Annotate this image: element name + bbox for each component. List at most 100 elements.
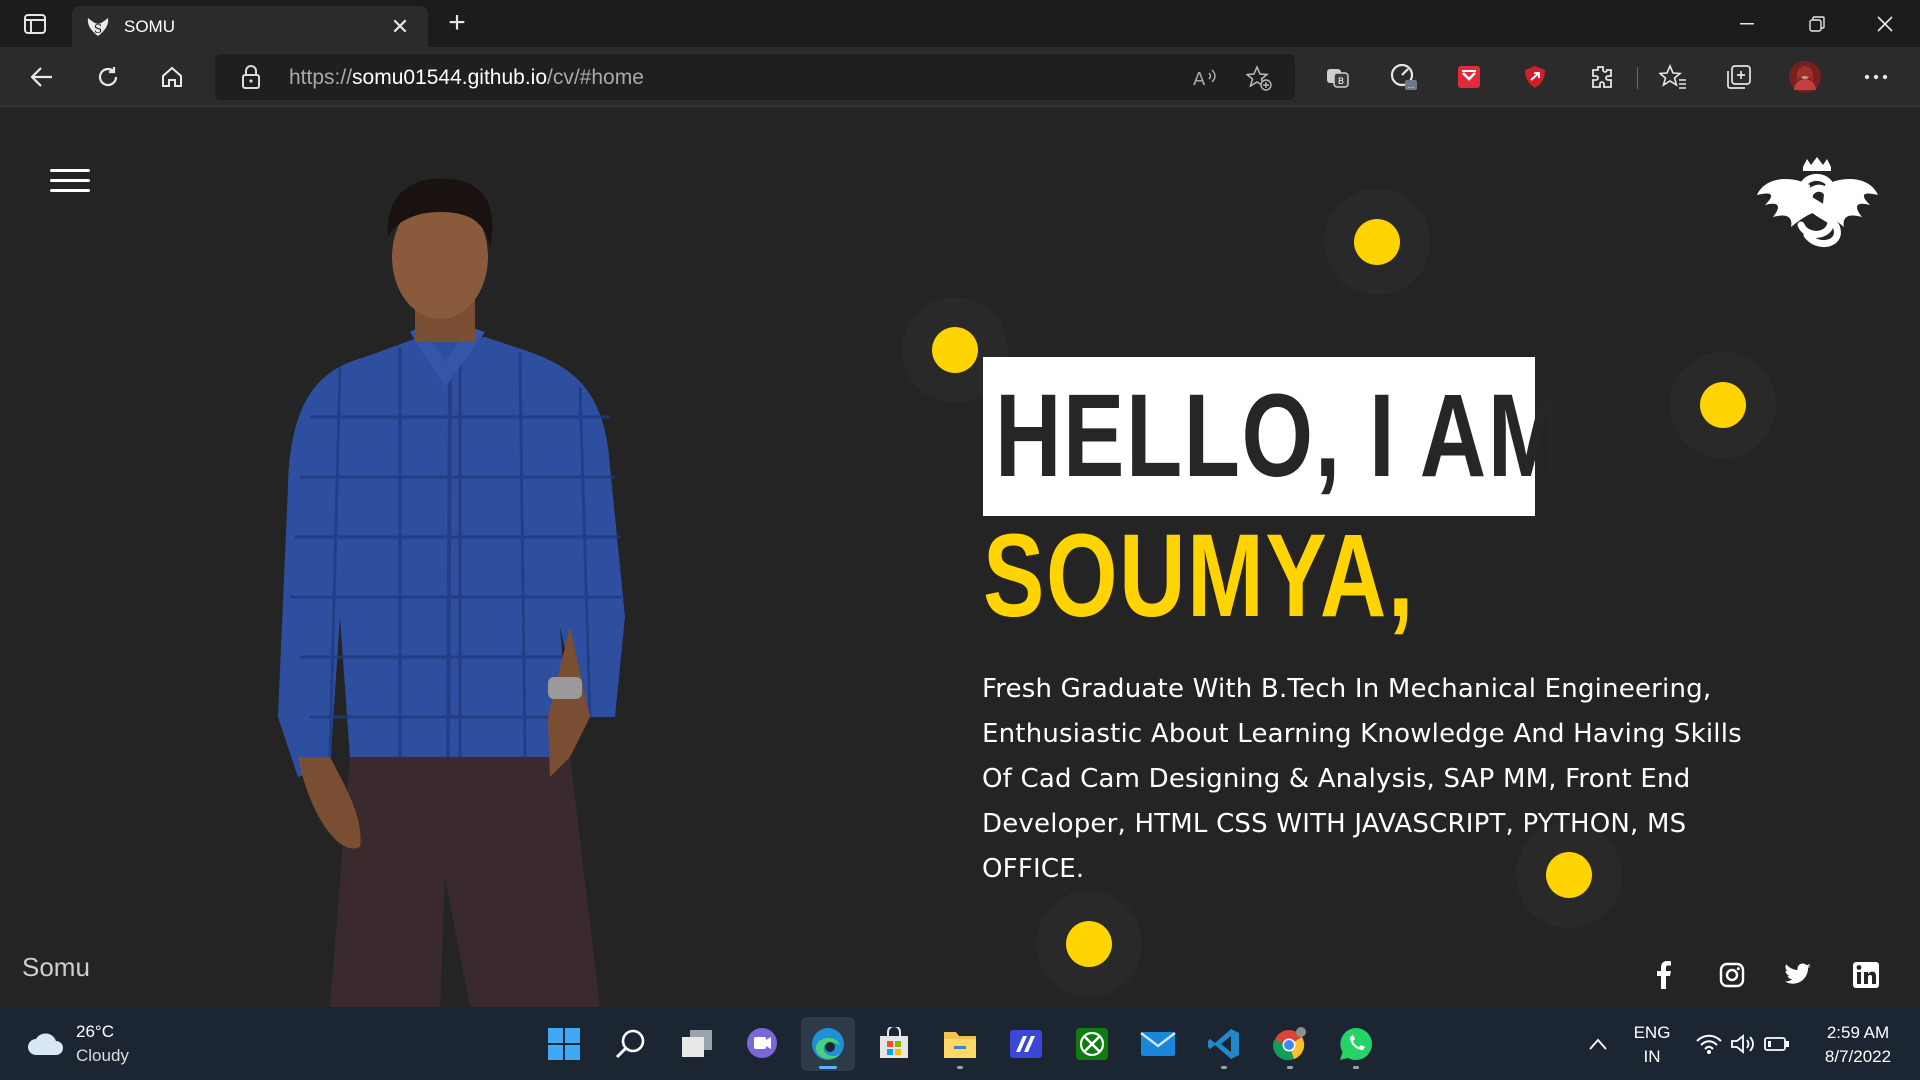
store-icon xyxy=(880,1027,908,1058)
chrome-icon xyxy=(1273,1027,1306,1061)
language-code: ENG xyxy=(1633,1023,1671,1042)
browser-tab[interactable]: S SOMU ✕ xyxy=(72,6,428,47)
tab-title: SOMU xyxy=(124,16,175,36)
bio-line: OFFICE. xyxy=(982,854,1085,884)
minimize-button[interactable] xyxy=(1712,0,1782,47)
xbox-icon xyxy=(1076,1028,1108,1060)
xbox-button[interactable] xyxy=(1065,1017,1119,1071)
edge-taskbar-button[interactable] xyxy=(801,1017,855,1071)
greeting-heading: HELLO, I AM xyxy=(995,370,1567,502)
browser-toolbar: https://somu01544.github.io/cv/#home A B… xyxy=(0,47,1920,107)
region-code: IN xyxy=(1643,1047,1661,1066)
extension-pocket-icon[interactable] xyxy=(1451,59,1487,95)
address-bar[interactable]: https://somu01544.github.io/cv/#home A xyxy=(215,54,1295,100)
language-indicator[interactable]: ENG IN xyxy=(1630,1023,1674,1067)
url-text[interactable]: https://somu01544.github.io/cv/#home xyxy=(289,66,644,90)
decorative-dot xyxy=(932,327,978,373)
facebook-icon[interactable] xyxy=(1646,957,1682,993)
whatsapp-button[interactable] xyxy=(1329,1017,1383,1071)
clock[interactable]: 2:59 AM 8/7/2022 xyxy=(1810,1023,1906,1067)
decorative-dot xyxy=(1700,382,1746,428)
home-icon xyxy=(162,66,182,87)
teams-chat-button[interactable] xyxy=(735,1017,789,1071)
start-button[interactable] xyxy=(537,1017,591,1071)
instagram-icon[interactable] xyxy=(1714,957,1750,993)
footer-name: Somu xyxy=(22,952,90,982)
back-button[interactable] xyxy=(22,57,62,97)
weather-widget[interactable]: 26°C Cloudy xyxy=(26,1022,129,1066)
extension-speed-icon[interactable]: ... xyxy=(1386,59,1422,95)
store-button[interactable] xyxy=(867,1017,921,1071)
edge-icon xyxy=(812,1028,844,1060)
bio-line: Of Cad Cam Designing & Analysis, SAP MM,… xyxy=(982,764,1691,794)
svg-text:A: A xyxy=(1193,69,1206,89)
volume-icon xyxy=(1731,1034,1754,1054)
wifi-icon xyxy=(1696,1034,1722,1054)
decorative-dot xyxy=(1354,219,1400,265)
decorative-dot xyxy=(1066,921,1112,967)
arrow-left-icon xyxy=(30,67,52,87)
read-aloud-icon[interactable]: A xyxy=(1192,65,1218,91)
add-favorite-icon[interactable] xyxy=(1246,65,1272,91)
site-logo[interactable] xyxy=(1755,155,1880,265)
show-hidden-icons-button[interactable] xyxy=(1572,1017,1624,1071)
extension-shield-icon[interactable] xyxy=(1517,59,1553,95)
app-icon xyxy=(1010,1030,1042,1058)
bio-paragraph: Fresh Graduate With B.Tech In Mechanical… xyxy=(982,667,1742,892)
chrome-button[interactable] xyxy=(1263,1017,1317,1071)
tab-actions-icon xyxy=(24,14,46,34)
extension-translate-icon[interactable]: B xyxy=(1320,59,1356,95)
linkedin-icon[interactable] xyxy=(1848,957,1884,993)
more-options-icon[interactable] xyxy=(1858,59,1894,95)
browser-tab-bar: S SOMU ✕ + xyxy=(0,0,1920,47)
svg-text:S: S xyxy=(94,22,102,36)
profile-photo xyxy=(270,157,650,1007)
lock-icon[interactable] xyxy=(241,65,261,94)
whatsapp-icon xyxy=(1340,1028,1372,1061)
svg-text:...: ... xyxy=(1408,81,1415,90)
restore-button[interactable] xyxy=(1782,0,1852,47)
weather-temperature: 26°C xyxy=(76,1022,114,1041)
chat-icon xyxy=(747,1028,777,1058)
profile-avatar[interactable] xyxy=(1787,59,1823,95)
mail-icon xyxy=(1140,1032,1176,1056)
toolbar-separator xyxy=(1637,67,1638,89)
task-view-icon xyxy=(682,1030,712,1057)
clock-date: 8/7/2022 xyxy=(1824,1047,1892,1066)
search-icon xyxy=(615,1029,645,1059)
twitter-icon[interactable] xyxy=(1780,957,1816,993)
collections-icon[interactable] xyxy=(1721,59,1757,95)
tab-actions-button[interactable] xyxy=(14,8,56,40)
bio-line: Developer, HTML CSS WITH JAVASCRIPT, PYT… xyxy=(982,809,1687,839)
name-heading: SOUMYA, xyxy=(983,510,1416,642)
file-explorer-button[interactable] xyxy=(933,1017,987,1071)
tab-close-icon[interactable]: ✕ xyxy=(386,14,414,40)
vscode-icon xyxy=(1208,1029,1239,1059)
battery-icon xyxy=(1764,1037,1789,1051)
menu-toggle-button[interactable] xyxy=(50,169,90,193)
refresh-button[interactable] xyxy=(88,57,128,97)
weather-description: Cloudy xyxy=(76,1046,129,1065)
favorites-icon[interactable] xyxy=(1655,59,1691,95)
extensions-icon[interactable] xyxy=(1583,59,1619,95)
task-view-button[interactable] xyxy=(670,1017,724,1071)
bio-line: Enthusiastic About Learning Knowledge An… xyxy=(982,719,1742,749)
svg-text:B: B xyxy=(1338,77,1344,87)
close-window-button[interactable] xyxy=(1850,0,1920,47)
folder-icon xyxy=(944,1032,976,1058)
clock-time: 2:59 AM xyxy=(1826,1023,1890,1042)
windows-icon xyxy=(548,1028,580,1060)
vscode-button[interactable] xyxy=(1197,1017,1251,1071)
portfolio-page: HELLO, I AM SOUMYA, Fresh Graduate With … xyxy=(0,107,1920,1007)
quick-settings-button[interactable] xyxy=(1688,1017,1798,1071)
windows-taskbar: 26°C Cloudy ENG IN 2:59 AM 8/7/2022 xyxy=(0,1007,1920,1080)
refresh-icon xyxy=(98,67,118,87)
site-favicon-icon: S xyxy=(86,15,110,39)
chevron-up-icon xyxy=(1589,1038,1607,1050)
mail-button[interactable] xyxy=(1131,1017,1185,1071)
search-button[interactable] xyxy=(604,1017,658,1071)
new-tab-button[interactable]: + xyxy=(440,8,474,40)
home-button[interactable] xyxy=(152,57,192,97)
bio-line: Fresh Graduate With B.Tech In Mechanical… xyxy=(982,674,1712,704)
maths-app-button[interactable] xyxy=(999,1017,1053,1071)
